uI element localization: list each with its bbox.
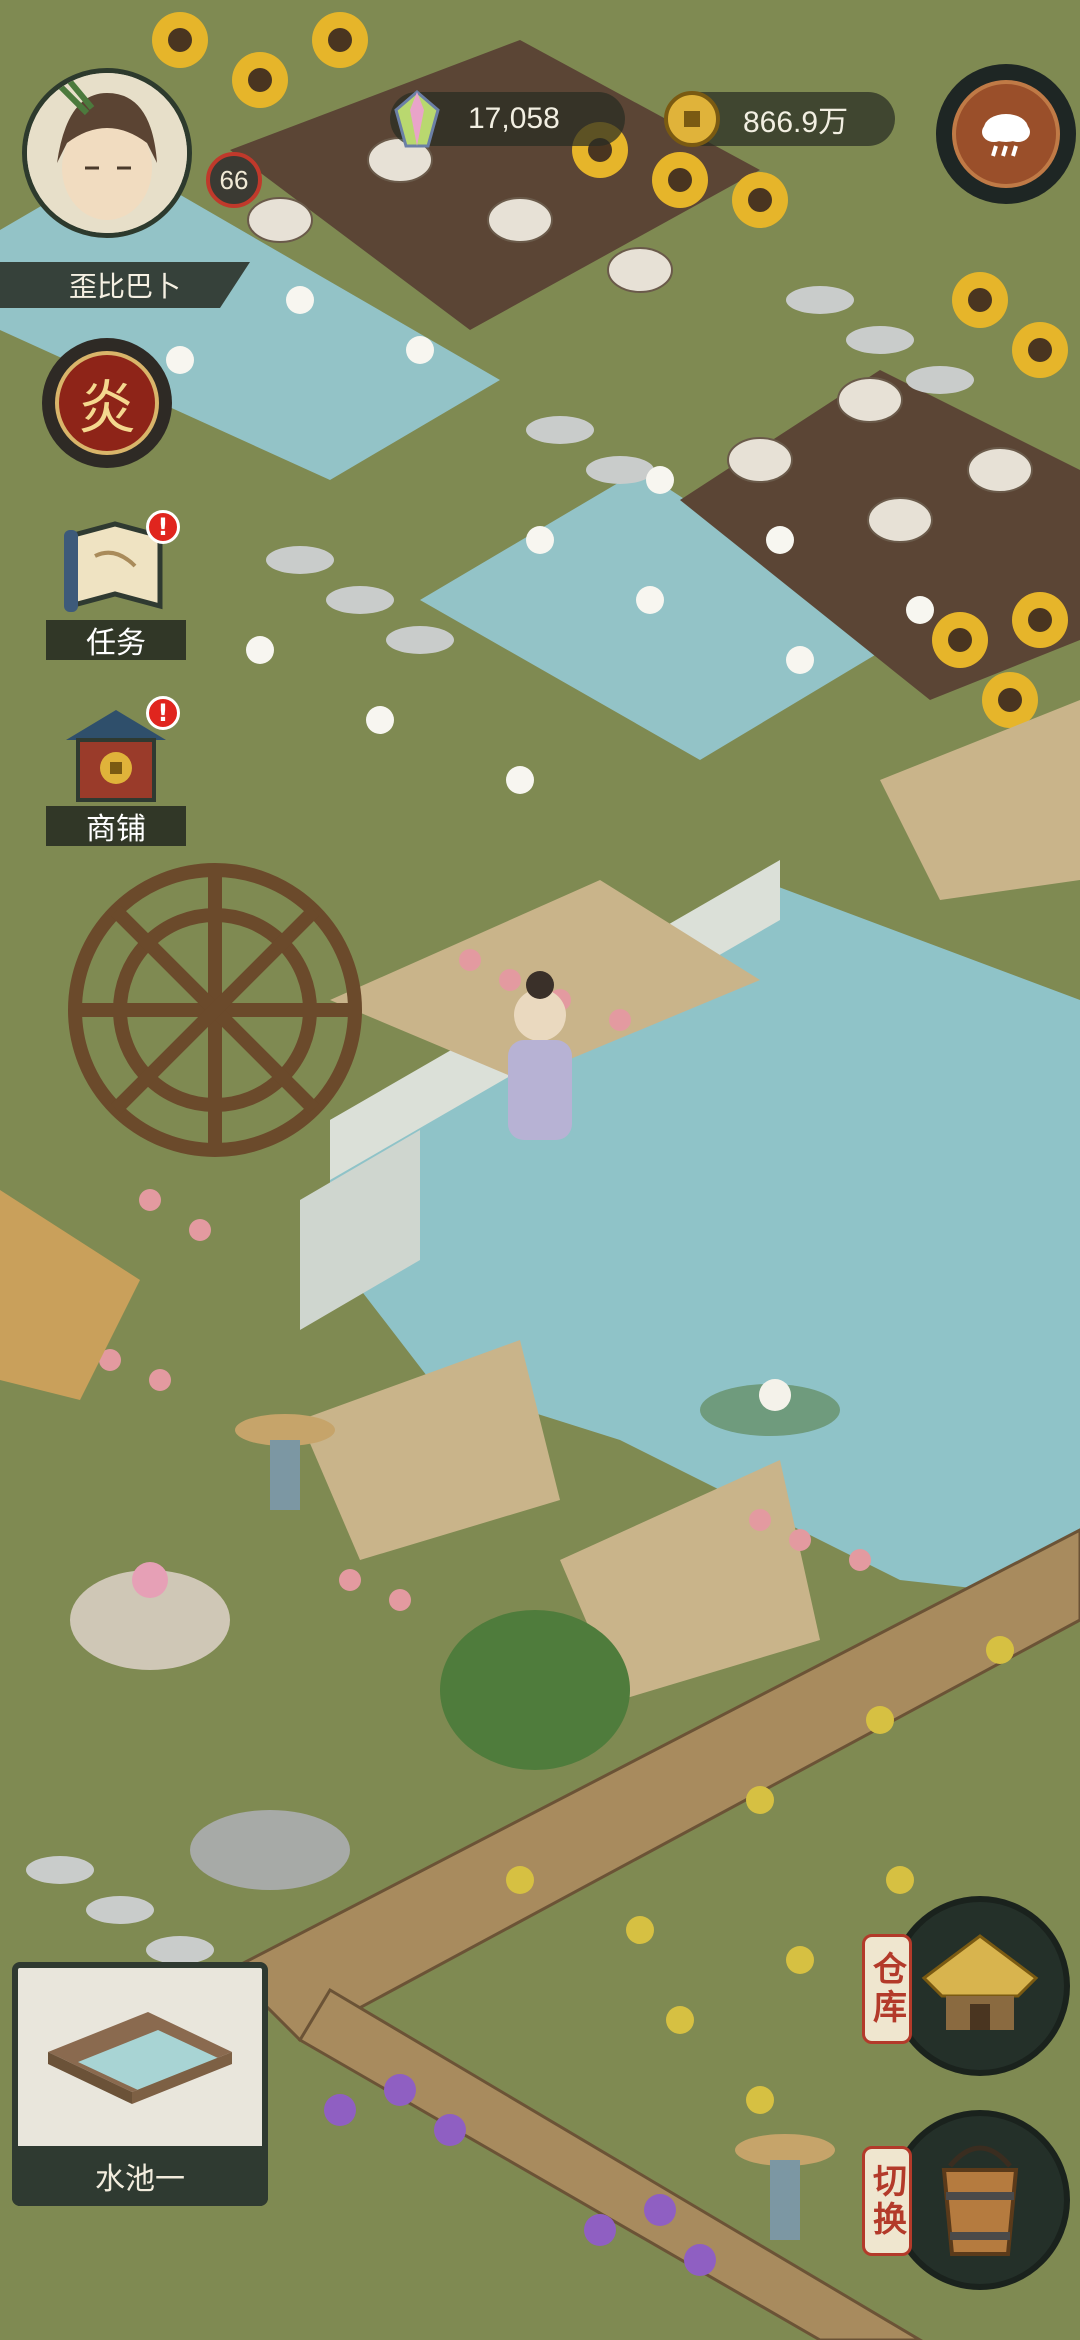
gem-counter[interactable]: 17,058 bbox=[390, 90, 625, 148]
switch-button[interactable] bbox=[890, 2110, 1070, 2290]
player-name-plate: 歪比巴卜 bbox=[0, 262, 250, 308]
selected-item-panel[interactable]: 水池一 bbox=[12, 1962, 268, 2206]
switch-label: 切换 bbox=[862, 2146, 912, 2256]
weather-dial bbox=[952, 80, 1060, 188]
crystal-gem-icon bbox=[394, 90, 440, 148]
tasks-button[interactable]: ! 任务 bbox=[46, 510, 186, 661]
pond-tile-icon bbox=[48, 2012, 232, 2104]
gem-count: 17,058 bbox=[468, 102, 560, 135]
wooden-bucket-icon bbox=[941, 2145, 1019, 2256]
player-name: 歪比巴卜 bbox=[68, 270, 181, 303]
cloud-rain-icon bbox=[982, 114, 1030, 157]
fire-event-button[interactable]: 炎 bbox=[42, 338, 172, 468]
shop-button[interactable]: ! 商铺 bbox=[46, 696, 186, 847]
player-level-badge: 66 bbox=[206, 152, 262, 208]
avatar-portrait-icon bbox=[27, 73, 187, 233]
straw-barn-icon bbox=[921, 1934, 1039, 2030]
weather-button[interactable] bbox=[936, 64, 1076, 204]
coin-count: 866.9万 bbox=[743, 106, 849, 139]
storage-label: 仓库 bbox=[862, 1934, 912, 2044]
shrub bbox=[440, 1610, 630, 1770]
tasks-label: 任务 bbox=[46, 620, 186, 661]
shop-alert-badge: ! bbox=[146, 696, 180, 730]
storage-button[interactable] bbox=[890, 1896, 1070, 2076]
selected-item-label: 水池一 bbox=[12, 2146, 268, 2206]
shop-label: 商铺 bbox=[46, 806, 186, 847]
copper-coin-icon bbox=[664, 91, 720, 147]
fire-glyph: 炎 bbox=[55, 351, 159, 455]
water-wheel bbox=[68, 863, 362, 1157]
coin-counter[interactable]: 866.9万 bbox=[664, 91, 895, 147]
well bbox=[190, 1810, 350, 1890]
player-level: 66 bbox=[219, 164, 249, 195]
avatar[interactable] bbox=[22, 68, 192, 238]
tasks-alert-badge: ! bbox=[146, 510, 180, 544]
